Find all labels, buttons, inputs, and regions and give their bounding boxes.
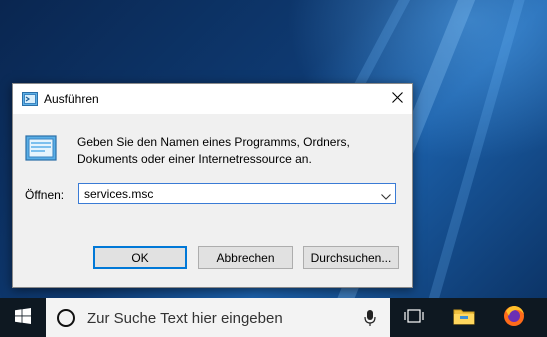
- task-view-icon: [404, 308, 424, 327]
- firefox-icon: [503, 305, 525, 330]
- run-dialog: Ausführen Geben Sie den Namen eines Prog…: [12, 83, 413, 288]
- search-placeholder: Zur Suche Text hier eingeben: [87, 310, 283, 327]
- taskbar: Zur Suche Text hier eingeben: [0, 298, 547, 337]
- chevron-down-icon[interactable]: [381, 189, 391, 203]
- run-title-icon: [22, 92, 38, 109]
- cortana-icon[interactable]: [57, 309, 75, 327]
- start-button[interactable]: [0, 298, 46, 337]
- task-view-button[interactable]: [392, 298, 436, 337]
- file-explorer-icon: [453, 307, 475, 328]
- run-program-icon: [25, 135, 57, 164]
- open-label: Öffnen:: [25, 188, 65, 202]
- dialog-description: Geben Sie den Namen eines Programms, Ord…: [77, 135, 350, 166]
- dialog-title: Ausführen: [44, 92, 99, 106]
- browse-button[interactable]: Durchsuchen...: [303, 246, 399, 269]
- dialog-titlebar[interactable]: Ausführen: [13, 84, 412, 114]
- file-explorer-button[interactable]: [442, 298, 486, 337]
- taskbar-search-box[interactable]: Zur Suche Text hier eingeben: [46, 298, 390, 337]
- microphone-icon[interactable]: [364, 309, 376, 330]
- cancel-button[interactable]: Abbrechen: [198, 246, 293, 269]
- open-input-value[interactable]: services.msc: [84, 187, 153, 201]
- wallpaper-light-beam: [420, 0, 530, 298]
- firefox-button[interactable]: [492, 298, 536, 337]
- ok-button[interactable]: OK: [93, 246, 187, 269]
- close-button[interactable]: [382, 84, 412, 114]
- windows-start-icon: [15, 308, 31, 327]
- close-icon: [391, 92, 403, 106]
- open-combobox[interactable]: services.msc: [78, 183, 396, 204]
